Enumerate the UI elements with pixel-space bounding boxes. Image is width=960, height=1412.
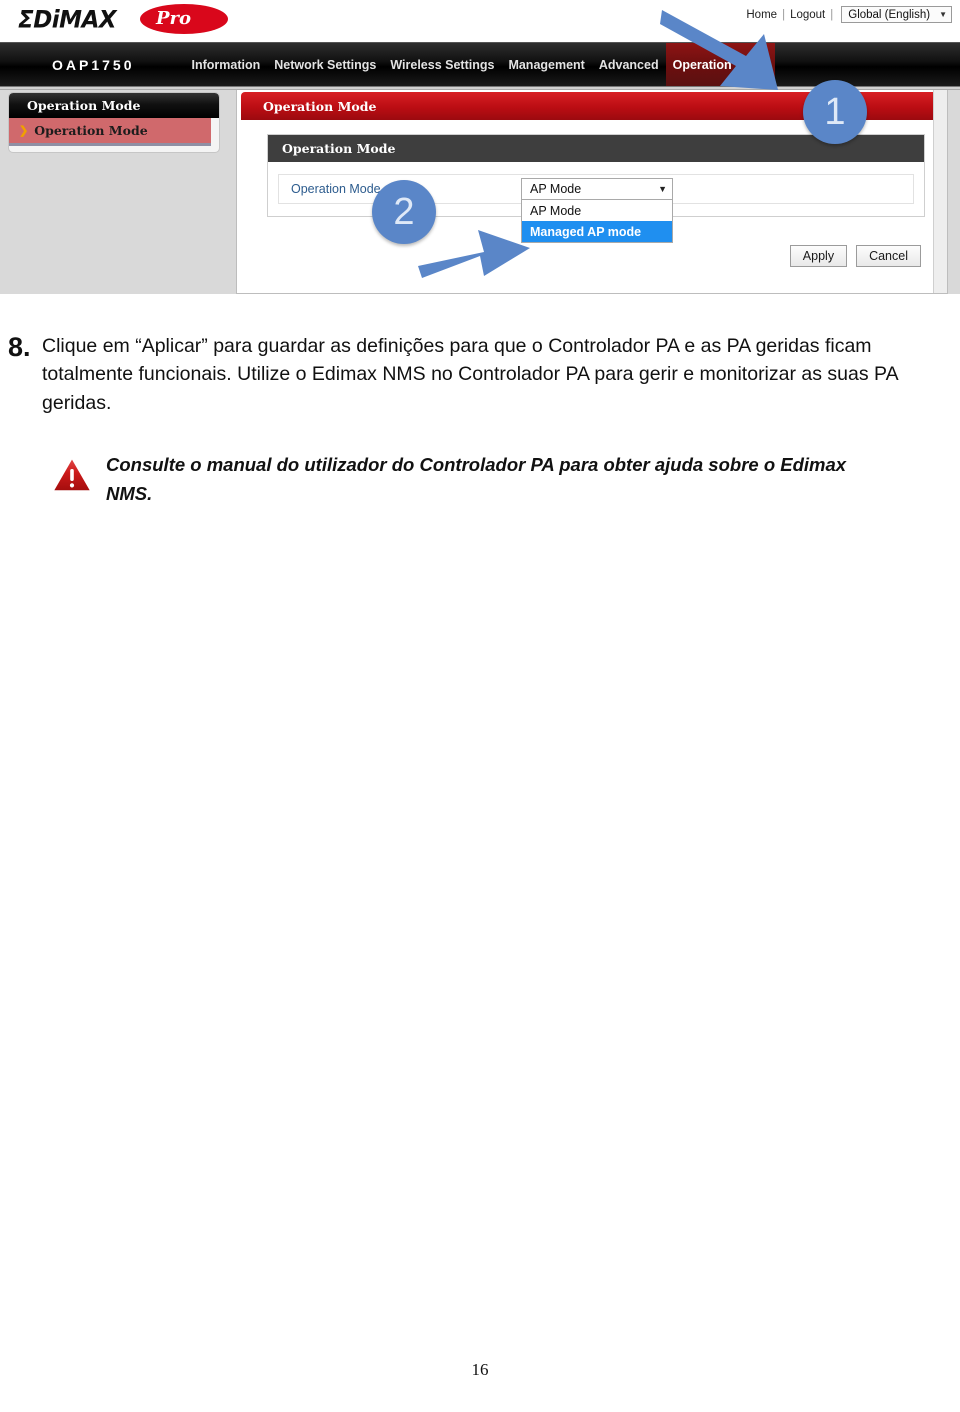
sidebar-header: Operation Mode [9, 93, 219, 118]
callout-arrow-2 [418, 230, 530, 278]
note-text: Consulte o manual do utilizador do Contr… [106, 454, 847, 504]
step-number: 8. [8, 332, 31, 362]
brand-pro-badge: Pro [140, 4, 228, 34]
main-navigation-bar: OAP1750 Information Network Settings Wir… [0, 42, 960, 87]
link-separator-2: | [830, 8, 834, 21]
operation-mode-option-list: AP Mode Managed AP mode [521, 200, 673, 243]
language-select-value: Global (English) [848, 8, 931, 21]
chevron-down-icon: ▼ [658, 184, 667, 194]
sidebar: Operation Mode ❯ Operation Mode [8, 92, 220, 153]
chevron-right-icon: ❯ [19, 124, 29, 137]
manual-page: ΣDiMAX Pro Home | Logout | Global (Engli… [0, 0, 960, 1412]
sidebar-item-label: Operation Mode [34, 123, 148, 138]
embedded-screenshot: ΣDiMAX Pro Home | Logout | Global (Engli… [0, 0, 960, 294]
instruction-body: 8. Clique em “Aplicar” para guardar as d… [0, 294, 960, 508]
callout-arrow-1 [660, 10, 778, 90]
sidebar-card: Operation Mode ❯ Operation Mode [8, 92, 220, 153]
edimax-pro-logo: ΣDiMAX Pro [18, 2, 228, 36]
nav-item-management[interactable]: Management [501, 43, 591, 87]
panel-scrollbar[interactable] [933, 90, 947, 293]
option-ap-mode[interactable]: AP Mode [522, 200, 672, 221]
callout-badge-1: 1 [803, 80, 867, 144]
brand-name: ΣDiMAX [18, 6, 117, 34]
note-block: Consulte o manual do utilizador do Contr… [52, 451, 852, 507]
warning-triangle-icon [52, 457, 92, 493]
cancel-button[interactable]: Cancel [856, 245, 921, 267]
callout-badge-2: 2 [372, 180, 436, 244]
sidebar-item-operation-mode[interactable]: ❯ Operation Mode [9, 118, 211, 146]
operation-mode-section: Operation Mode Operation Mode AP Mode ▼ … [267, 134, 925, 243]
option-managed-ap-mode[interactable]: Managed AP mode [522, 221, 672, 242]
language-select[interactable]: Global (English) ▼ [841, 6, 952, 23]
nav-item-advanced[interactable]: Advanced [592, 43, 666, 87]
operation-mode-select-wrapper: AP Mode ▼ AP Mode Managed AP mode [521, 178, 673, 243]
nav-item-network-settings[interactable]: Network Settings [267, 43, 383, 87]
operation-mode-select-value: AP Mode [530, 182, 582, 196]
page-number: 16 [471, 1360, 489, 1379]
step-8: 8. Clique em “Aplicar” para guardar as d… [0, 294, 960, 417]
browser-logo-bar: ΣDiMAX Pro Home | Logout | Global (Engli… [0, 0, 960, 42]
nav-item-information[interactable]: Information [184, 43, 267, 87]
brand-pro-label: Pro [156, 8, 192, 29]
step-text: Clique em “Aplicar” para guardar as defi… [42, 335, 898, 414]
device-model-label: OAP1750 [52, 56, 135, 73]
panel-button-row: Apply Cancel [789, 245, 921, 267]
operation-mode-select[interactable]: AP Mode ▼ [521, 178, 673, 200]
chevron-down-icon: ▼ [939, 10, 947, 19]
apply-button[interactable]: Apply [789, 245, 848, 267]
nav-item-wireless-settings[interactable]: Wireless Settings [383, 43, 501, 87]
